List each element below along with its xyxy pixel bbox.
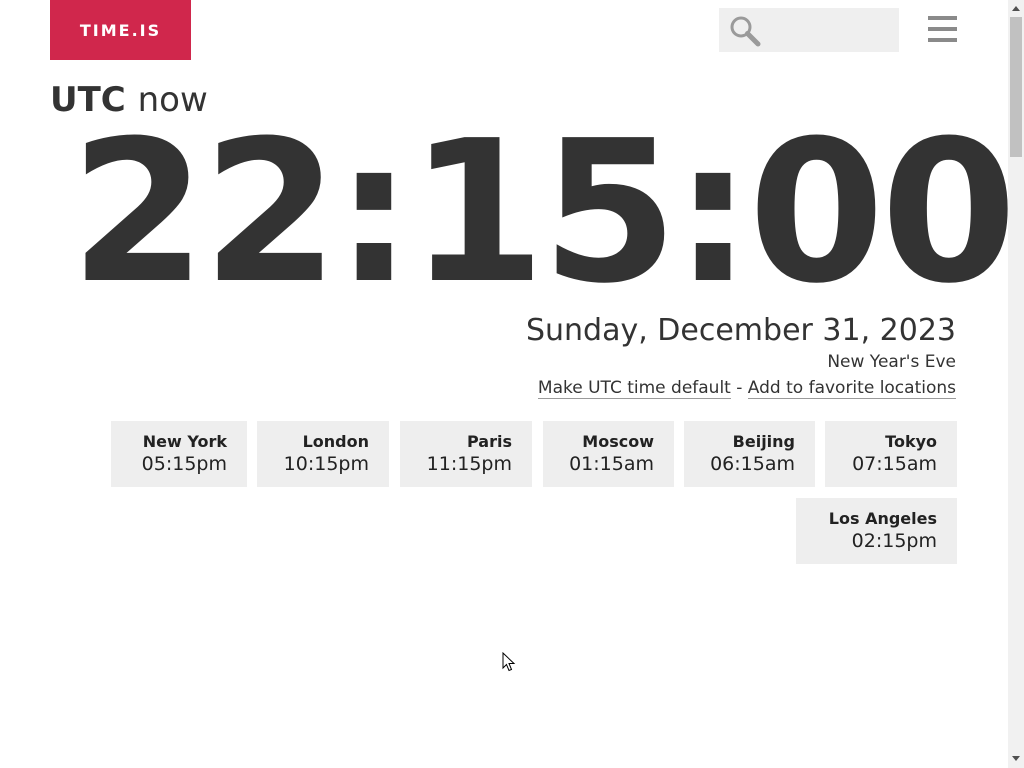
clock-display: 22:15:00: [70, 99, 1017, 327]
city-time: 07:15am: [852, 453, 937, 475]
city-tile-new-york[interactable]: New York 05:15pm: [111, 421, 247, 487]
city-time: 01:15am: [569, 453, 654, 475]
scrollbar-thumb[interactable]: [1010, 17, 1022, 157]
scroll-up-arrow-icon[interactable]: [1012, 6, 1020, 11]
city-time: 05:15pm: [141, 453, 227, 475]
city-name: Tokyo: [885, 432, 937, 451]
holiday-label: New Year's Eve: [827, 352, 956, 372]
city-tile-los-angeles[interactable]: Los Angeles 02:15pm: [796, 498, 957, 564]
city-name: Moscow: [582, 432, 654, 451]
city-name: Beijing: [732, 432, 795, 451]
city-tile-moscow[interactable]: Moscow 01:15am: [543, 421, 674, 487]
city-name: London: [302, 432, 369, 451]
city-name: Los Angeles: [828, 509, 937, 528]
city-tile-tokyo[interactable]: Tokyo 07:15am: [825, 421, 957, 487]
city-time: 06:15am: [710, 453, 795, 475]
vertical-scrollbar[interactable]: [1008, 0, 1024, 768]
hamburger-menu-icon[interactable]: [928, 14, 958, 44]
current-date: Sunday, December 31, 2023: [525, 313, 956, 348]
add-favorite-link[interactable]: Add to favorite locations: [747, 378, 956, 399]
search-input[interactable]: [765, 14, 895, 48]
city-tile-paris[interactable]: Paris 11:15pm: [400, 421, 532, 487]
search-box[interactable]: [719, 8, 899, 52]
logo-link[interactable]: TIME.IS: [50, 0, 191, 60]
city-time: 10:15pm: [283, 453, 369, 475]
mouse-cursor-icon: [502, 652, 516, 672]
city-tile-beijing[interactable]: Beijing 06:15am: [684, 421, 815, 487]
action-links: Make UTC time default - Add to favorite …: [537, 376, 956, 400]
city-time: 11:15pm: [426, 453, 512, 475]
search-icon[interactable]: [728, 15, 762, 47]
link-separator: -: [730, 378, 748, 398]
page: TIME.IS UTC now 22:15:00 Sunday, Decembe…: [0, 0, 1017, 768]
city-tile-london[interactable]: London 10:15pm: [257, 421, 389, 487]
city-name: New York: [142, 432, 227, 451]
city-name: Paris: [467, 432, 512, 451]
city-time: 02:15pm: [851, 530, 937, 552]
scroll-down-arrow-icon[interactable]: [1012, 756, 1020, 761]
make-default-link[interactable]: Make UTC time default: [537, 378, 731, 399]
